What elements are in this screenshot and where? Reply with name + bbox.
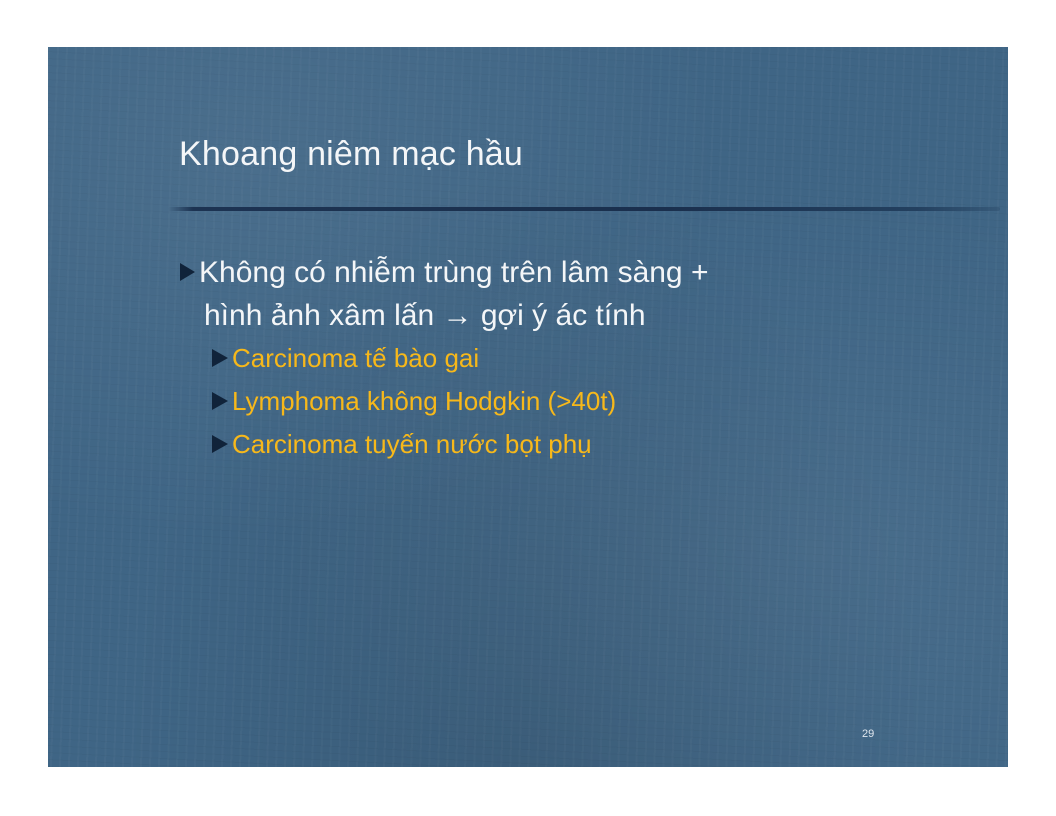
sub-bullet-list: Carcinoma tế bào gai Lymphoma không Hodg… [212,337,616,466]
triangle-bullet-icon [212,392,228,411]
sub-bullet-item: Carcinoma tuyến nước bọt phụ [212,423,616,466]
page-number: 29 [862,728,875,740]
main-bullet: Không có nhiễm trùng trên lâm sàng + hìn… [180,251,880,337]
sub-bullet-item: Lymphoma không Hodgkin (>40t) [212,380,616,423]
title-divider [168,207,1000,211]
sub-bullet-item: Carcinoma tế bào gai [212,337,616,380]
main-bullet-line2: hình ảnh xâm lấn → gợi ý ác tính [204,299,646,332]
triangle-bullet-icon [212,349,228,368]
sub-bullet-text: Carcinoma tế bào gai [232,343,480,373]
triangle-bullet-icon [212,435,228,454]
sub-bullet-text: Lymphoma không Hodgkin (>40t) [232,386,617,416]
triangle-bullet-icon [180,263,195,282]
main-bullet-line1: Không có nhiễm trùng trên lâm sàng + [199,256,709,289]
slide-title: Khoang niêm mạc hầu [179,135,524,173]
sub-bullet-text: Carcinoma tuyến nước bọt phụ [232,429,592,459]
slide: Khoang niêm mạc hầu Không có nhiễm trùng… [48,47,1008,767]
